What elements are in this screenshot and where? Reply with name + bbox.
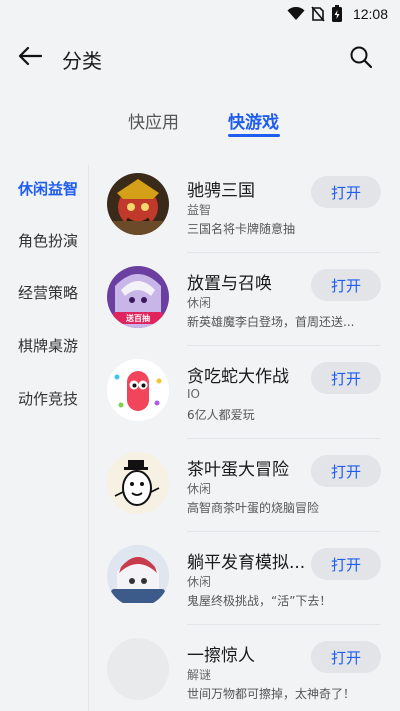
game-tag: 休闲 bbox=[187, 575, 212, 589]
game-description: 鬼屋终极挑战，“活”下去！ bbox=[187, 594, 332, 608]
list-item[interactable]: 躺平发育模拟... 休闲 鬼屋终极挑战，“活”下去！ 打开 bbox=[89, 532, 400, 625]
sidebar-item-role-playing[interactable]: 角色扮演 bbox=[18, 230, 78, 251]
sidebar-item-strategy[interactable]: 经营策略 bbox=[18, 282, 78, 303]
open-button[interactable]: 打开 bbox=[311, 641, 381, 673]
category-sidebar: 休闲益智 角色扮演 经营策略 棋牌桌游 动作竞技 bbox=[0, 160, 88, 711]
wifi-icon bbox=[287, 7, 305, 21]
tab-bar: 快应用 快游戏 bbox=[0, 100, 400, 140]
sidebar-item-board-card[interactable]: 棋牌桌游 bbox=[18, 335, 78, 356]
game-title: 放置与召唤 bbox=[187, 274, 272, 294]
game-icon-fangzhi-zhaohuan: 送百抽 bbox=[107, 266, 169, 328]
game-title: 一擦惊人 bbox=[187, 646, 255, 666]
game-icon-snake bbox=[107, 359, 169, 421]
game-icon-placeholder bbox=[107, 638, 169, 700]
search-button[interactable] bbox=[348, 46, 374, 72]
app-header: 分类 bbox=[0, 36, 400, 80]
game-icon-tangping bbox=[107, 545, 169, 607]
game-description: 高智商茶叶蛋的烧脑冒险 bbox=[187, 501, 320, 515]
list-item[interactable]: 一擦惊人 解谜 世间万物都可擦掉，太神奇了！ 打开 bbox=[89, 625, 400, 711]
game-description: 三国名将卡牌随意抽 bbox=[187, 222, 296, 236]
search-icon bbox=[349, 45, 373, 73]
game-description: 世间万物都可擦掉，太神奇了！ bbox=[187, 687, 356, 701]
list-item[interactable]: 贪吃蛇大作战 IO 6亿人都爱玩 打开 bbox=[89, 346, 400, 439]
tab-quick-apps[interactable]: 快应用 bbox=[128, 108, 179, 133]
list-item[interactable]: 送百抽 放置与召唤 休闲 新英雄魔李白登场，首周还送... 打开 bbox=[89, 253, 400, 346]
back-button[interactable] bbox=[16, 46, 44, 70]
status-time: 12:08 bbox=[352, 6, 388, 22]
open-button[interactable]: 打开 bbox=[311, 176, 381, 208]
game-tag: 益智 bbox=[187, 203, 212, 217]
sidebar-item-action[interactable]: 动作竞技 bbox=[18, 388, 78, 409]
open-button[interactable]: 打开 bbox=[311, 362, 381, 394]
active-tab-indicator bbox=[228, 134, 280, 137]
page-title: 分类 bbox=[62, 49, 102, 73]
game-tag: 休闲 bbox=[187, 482, 212, 496]
game-list: 驰骋三国 益智 三国名将卡牌随意抽 打开 送百抽 放置与召唤 休闲 新英雄魔李白… bbox=[89, 160, 400, 711]
list-item[interactable]: 驰骋三国 益智 三国名将卡牌随意抽 打开 bbox=[89, 160, 400, 253]
back-arrow-icon bbox=[17, 46, 43, 70]
game-description: 6亿人都爱玩 bbox=[187, 408, 255, 422]
open-button[interactable]: 打开 bbox=[311, 269, 381, 301]
game-icon-chicheng-sanguo bbox=[107, 173, 169, 235]
no-sim-icon bbox=[311, 6, 325, 22]
game-title: 茶叶蛋大冒险 bbox=[187, 460, 289, 480]
game-title: 贪吃蛇大作战 bbox=[187, 367, 289, 387]
open-button[interactable]: 打开 bbox=[311, 548, 381, 580]
game-title: 躺平发育模拟... bbox=[187, 553, 306, 573]
game-tag: 解谜 bbox=[187, 668, 212, 682]
open-button[interactable]: 打开 bbox=[311, 455, 381, 487]
game-tag: 休闲 bbox=[187, 296, 212, 310]
game-description: 新英雄魔李白登场，首周还送... bbox=[187, 315, 355, 329]
sidebar-item-casual-puzzle[interactable]: 休闲益智 bbox=[18, 178, 78, 199]
status-bar: 12:08 bbox=[0, 0, 400, 28]
game-title: 驰骋三国 bbox=[187, 181, 255, 201]
game-icon-tea-egg bbox=[107, 452, 169, 514]
list-item[interactable]: 茶叶蛋大冒险 休闲 高智商茶叶蛋的烧脑冒险 打开 bbox=[89, 439, 400, 532]
tab-quick-games[interactable]: 快游戏 bbox=[228, 108, 279, 133]
game-badge: 送百抽 bbox=[126, 314, 150, 323]
battery-icon bbox=[331, 5, 343, 23]
game-tag: IO bbox=[187, 387, 200, 401]
